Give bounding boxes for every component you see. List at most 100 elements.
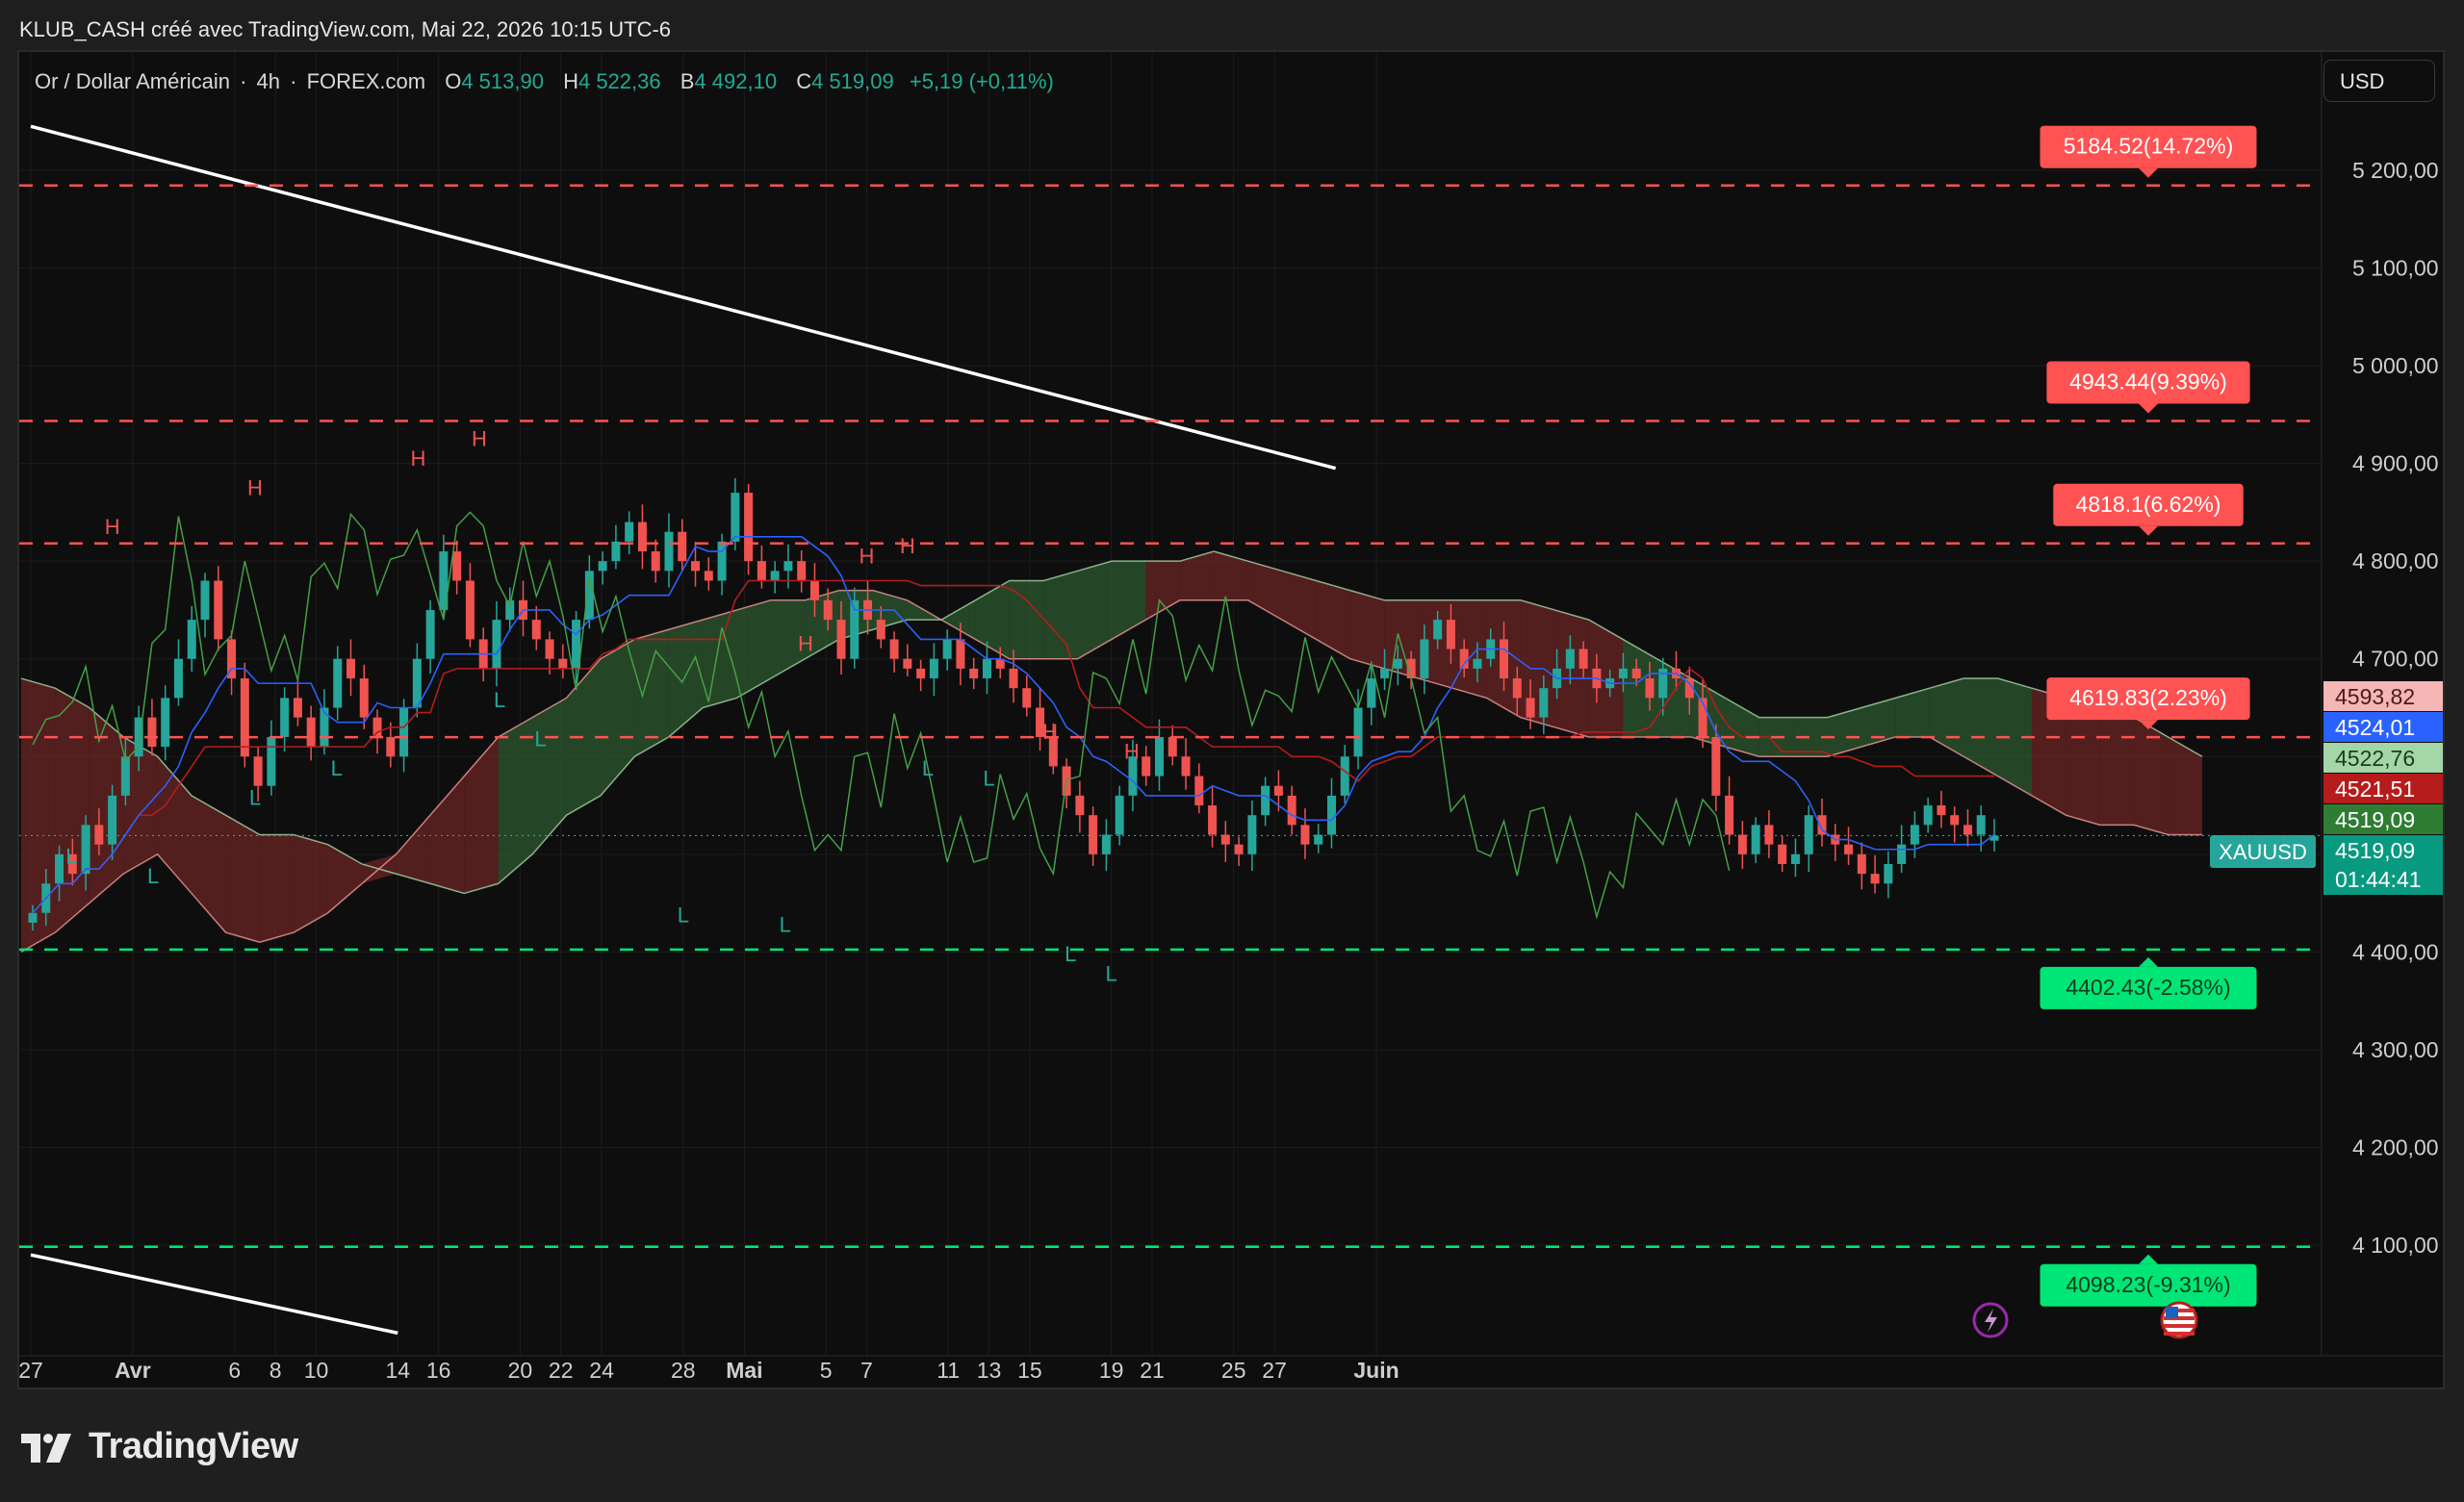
candle-body — [1142, 756, 1151, 776]
candle-body — [1247, 815, 1257, 854]
candle-body — [1645, 678, 1655, 699]
price-chart[interactable]: 5 200,00 5 100,00 5 000,00 4 900,00 4 800,00… — [19, 52, 2443, 1387]
x-tick-label: 13 — [977, 1358, 1002, 1383]
x-tick-label: 6 — [228, 1358, 241, 1383]
candle-body — [1314, 834, 1323, 845]
x-tick-label: Juin — [1353, 1358, 1399, 1383]
candle-body — [399, 707, 409, 757]
candle-body — [625, 522, 634, 542]
candle-body — [240, 678, 249, 757]
candle-body — [1618, 668, 1628, 679]
pivot-low-marker: L — [678, 903, 689, 927]
x-tick-label: Mai — [726, 1358, 762, 1383]
candle-body — [214, 580, 223, 640]
y-tick-label: 4 800,00 — [2352, 548, 2439, 573]
candle-body — [359, 678, 369, 718]
candle-body — [598, 561, 607, 572]
x-tick-label: 28 — [671, 1358, 696, 1383]
candle-body — [903, 658, 912, 669]
candle-body — [1565, 649, 1575, 669]
resistance-label-text: 4943.44(9.39%) — [2069, 369, 2227, 395]
symbol-description[interactable]: Or / Dollar Américain — [35, 69, 230, 93]
axis-price-badge-text: 4522,76 — [2335, 746, 2415, 771]
pivot-high-marker: H — [1124, 739, 1140, 763]
tradingview-wordmark: TradingView — [89, 1426, 298, 1466]
candle-body — [28, 912, 38, 923]
chart-panel[interactable]: 5 200,00 5 100,00 5 000,00 4 900,00 4 800,00… — [17, 50, 2445, 1389]
candle-body — [1923, 805, 1933, 826]
high-value: 4 522,36 — [578, 69, 661, 93]
candle-body — [982, 658, 991, 679]
candle-body — [1790, 853, 1800, 864]
chart-credit: KLUB_CASH créé avec TradingView.com, Mai… — [19, 17, 672, 41]
x-tick-label: 22 — [549, 1358, 574, 1383]
candle-body — [889, 639, 899, 659]
candle-body — [333, 658, 343, 708]
axis-price-badge-text: 4593,82 — [2335, 684, 2415, 709]
candle-body — [173, 658, 183, 699]
candle-body — [757, 561, 766, 581]
candle-body — [809, 580, 819, 600]
axis-price-badge-text: 4519,09 — [2335, 807, 2415, 832]
ichimoku-cloud-segment — [1009, 580, 1044, 659]
candle-body — [956, 639, 965, 669]
candle-body — [1367, 678, 1376, 708]
candle-body — [94, 825, 104, 845]
candle-body — [465, 580, 475, 640]
legend-separator-1: · — [240, 69, 247, 93]
candle-body — [1764, 825, 1774, 845]
interval-label[interactable]: 4h — [257, 69, 280, 93]
y-tick-label: 5 100,00 — [2352, 256, 2439, 281]
candle-body — [651, 551, 660, 572]
us-flag-stripe — [2164, 1332, 2194, 1336]
candle-body — [200, 580, 210, 621]
support-label-text: 4098.23(-9.31%) — [2066, 1272, 2230, 1297]
candle-body — [1897, 844, 1907, 864]
x-tick-label: 14 — [385, 1358, 410, 1383]
candle-body — [1261, 785, 1270, 816]
candle-body — [1393, 658, 1402, 669]
x-tick-label: 10 — [304, 1358, 329, 1383]
x-tick-label: 7 — [860, 1358, 873, 1383]
open-value: 4 513,90 — [461, 69, 544, 93]
candle-body — [876, 620, 886, 640]
ichimoku-cloud-segment — [2099, 707, 2135, 826]
candle-body — [611, 541, 621, 562]
pivot-low-marker: L — [1065, 942, 1076, 966]
candle-body — [1273, 785, 1283, 796]
candle-body — [1473, 658, 1482, 669]
candle-body — [1009, 668, 1018, 689]
candle-body — [664, 531, 674, 572]
candle-body — [1976, 815, 1986, 835]
candle-body — [1340, 756, 1349, 796]
candle-body — [120, 756, 130, 796]
close-key: C — [796, 69, 812, 93]
candle-body — [1459, 649, 1469, 669]
ichimoku-cloud-segment — [2134, 717, 2169, 835]
candle-body — [81, 825, 90, 875]
candle-body — [1433, 620, 1443, 640]
y-tick-label: 4 200,00 — [2352, 1134, 2439, 1159]
candle-body — [187, 620, 196, 659]
ichimoku-cloud-segment — [1349, 590, 1385, 669]
pivot-high-marker: H — [247, 475, 263, 499]
candle-body — [1804, 815, 1813, 854]
ichimoku-cloud-segment — [1520, 599, 1555, 727]
pivot-low-marker: L — [494, 688, 505, 712]
top-bar: KLUB_CASH créé avec TradingView.com, Mai… — [0, 0, 2464, 50]
pivot-high-marker: H — [860, 544, 875, 568]
x-tick-label: 11 — [937, 1358, 960, 1383]
resistance-label-text: 4818.1(6.62%) — [2076, 492, 2221, 517]
x-tick-label: 27 — [1262, 1358, 1287, 1383]
x-tick-label: 8 — [270, 1358, 282, 1383]
candle-body — [1194, 776, 1204, 806]
candle-body — [545, 639, 554, 659]
currency-button[interactable]: USD — [2323, 60, 2435, 102]
candle-body — [1420, 639, 1429, 679]
candle-body — [293, 698, 302, 718]
candle-body — [386, 736, 396, 757]
candle-body — [267, 736, 276, 786]
candle-body — [1022, 688, 1032, 708]
candle-body — [942, 639, 952, 659]
low-key: B — [680, 69, 695, 93]
